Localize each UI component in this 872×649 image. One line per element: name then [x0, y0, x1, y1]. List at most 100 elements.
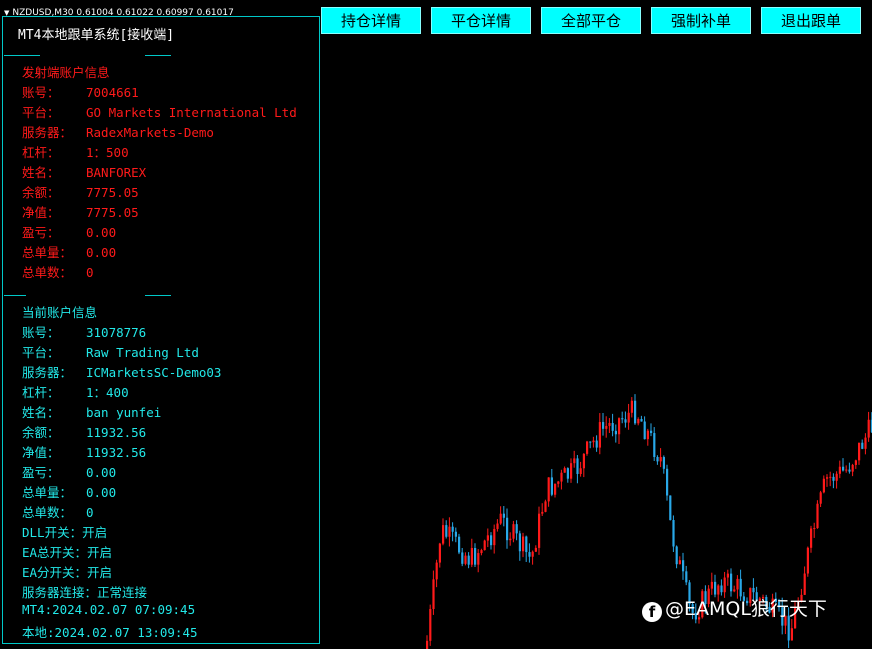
current-value: 31078776	[86, 325, 147, 340]
status-line: EA总开关：开启	[22, 545, 113, 560]
candle-body	[608, 423, 611, 426]
candle-body	[682, 560, 685, 572]
sender-row: 平台： GO Markets International Ltd	[22, 102, 297, 121]
candle-body	[454, 531, 457, 537]
sender-value: GO Markets International Ltd	[86, 105, 297, 120]
candle-body	[864, 437, 867, 449]
candle-body	[653, 433, 656, 457]
candle-body	[451, 526, 454, 532]
current-value: 11932.56	[86, 425, 147, 440]
candle-body	[861, 442, 864, 449]
candle-body	[710, 581, 713, 589]
sender-label: 杠杆：	[22, 145, 60, 160]
candle-body	[442, 525, 445, 544]
current-row: 账号： 31078776	[22, 322, 146, 341]
candle-body	[605, 425, 608, 429]
app-logo-icon: f	[642, 602, 662, 622]
current-value: 0.00	[86, 485, 117, 500]
candle-body	[483, 540, 486, 551]
candle-body	[656, 456, 659, 462]
current-row: 余额： 11932.56	[22, 422, 146, 441]
candle-body	[678, 560, 681, 565]
sender-value: 0.00	[86, 245, 117, 260]
candle-body	[813, 528, 816, 530]
candle-body	[640, 418, 643, 422]
sender-row: 杠杆： 1：500	[22, 142, 129, 161]
candle-body	[858, 442, 861, 461]
candle-body	[806, 547, 809, 574]
candle-body	[586, 441, 589, 454]
candle-body	[723, 577, 726, 593]
candle-body	[522, 536, 525, 552]
candle-body	[563, 468, 566, 473]
current-label: 平台：	[22, 345, 60, 360]
candle-body	[589, 441, 592, 443]
current-value: ICMarketsSC-Demo03	[86, 365, 222, 380]
candle-body	[557, 481, 560, 484]
sender-value: 7004661	[86, 85, 139, 100]
candle-body	[426, 640, 429, 649]
candle-body	[582, 453, 585, 469]
sender-value: 7775.05	[86, 205, 139, 220]
position-details-button[interactable]: 持仓详情	[321, 7, 421, 34]
candle-body	[602, 422, 605, 429]
candle-body	[528, 552, 531, 557]
candle-body	[518, 533, 521, 552]
status-line: DLL开关：开启	[22, 525, 108, 540]
force-resync-button[interactable]: 强制补单	[651, 7, 751, 34]
candle-body	[672, 519, 675, 547]
current-value: 1：400	[86, 385, 129, 400]
candle-body	[829, 476, 832, 478]
candle-body	[570, 463, 573, 479]
sender-value: 1：500	[86, 145, 129, 160]
candle-body	[534, 547, 537, 552]
candle-body	[592, 440, 595, 443]
candle-body	[467, 555, 470, 565]
separator	[4, 55, 40, 56]
current-row: 总单量： 0.00	[22, 482, 116, 501]
status-line: MT4:2024.02.07 07:09:45	[22, 602, 196, 617]
current-label: 总单数：	[22, 505, 73, 520]
sender-row: 总单数： 0	[22, 262, 94, 281]
sender-value: 7775.05	[86, 185, 139, 200]
close-all-button[interactable]: 全部平仓	[541, 7, 641, 34]
candle-body	[432, 579, 435, 610]
separator	[145, 295, 171, 296]
current-label: 净值：	[22, 445, 60, 460]
sender-label: 姓名：	[22, 165, 60, 180]
candle-body	[790, 628, 793, 641]
candle-body	[842, 466, 845, 471]
candle-body	[838, 466, 841, 474]
sender-label: 服务器：	[22, 125, 73, 140]
sender-label: 总单数：	[22, 265, 73, 280]
candle-body	[493, 528, 496, 546]
current-row: 杠杆： 1：400	[22, 382, 129, 401]
candle-body	[474, 548, 477, 565]
sender-row: 服务器： RadexMarkets-Demo	[22, 122, 214, 141]
sender-value: 0.00	[86, 225, 117, 240]
current-label: 账号：	[22, 325, 60, 340]
candle-body	[512, 524, 515, 539]
separator	[4, 295, 26, 296]
candle-body	[832, 476, 835, 481]
candle-body	[848, 469, 851, 472]
candle-body	[531, 551, 534, 557]
candle-body	[867, 419, 870, 438]
candle-body	[438, 543, 441, 563]
exit-copy-button[interactable]: 退出跟单	[761, 7, 861, 34]
candle-body	[576, 458, 579, 474]
candle-body	[685, 571, 688, 583]
current-value: Raw Trading Ltd	[86, 345, 199, 360]
candle-body	[496, 523, 499, 529]
candle-body	[714, 581, 717, 595]
candle-body	[662, 457, 665, 469]
closed-details-button[interactable]: 平仓详情	[431, 7, 531, 34]
candle-body	[490, 535, 493, 546]
current-value: 11932.56	[86, 445, 147, 460]
sender-label: 平台：	[22, 105, 60, 120]
current-label: 总单量：	[22, 485, 73, 500]
current-label: 杠杆：	[22, 385, 60, 400]
candle-body	[509, 538, 512, 541]
candle-body	[634, 400, 637, 424]
candle-body	[477, 553, 480, 565]
